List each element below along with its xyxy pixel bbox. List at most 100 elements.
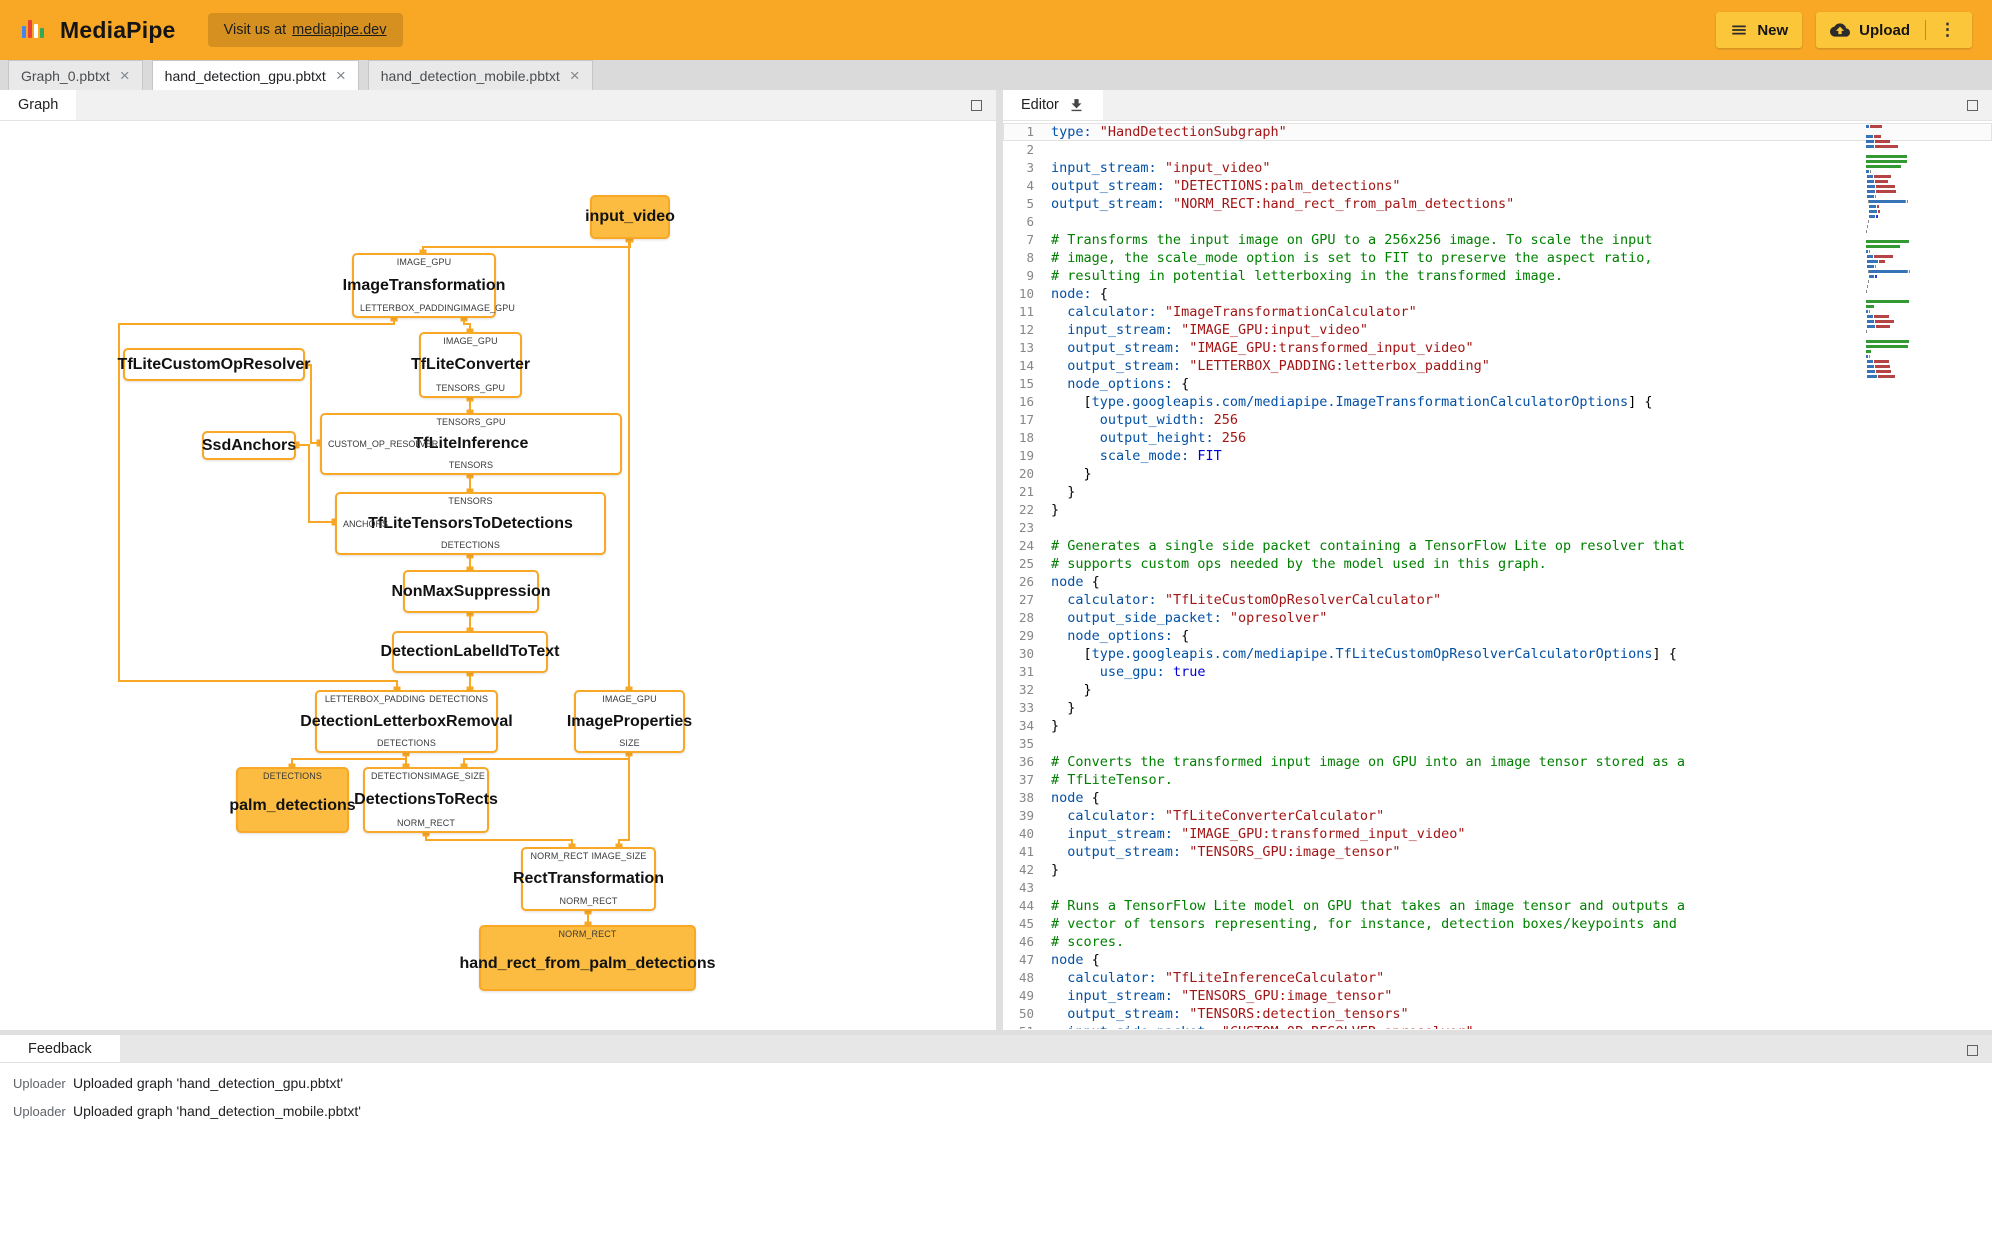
tab-close-icon[interactable]: × <box>570 67 580 84</box>
code-line[interactable]: 51 input_side_packet: "CUSTOM_OP_RESOLVE… <box>1003 1023 1992 1029</box>
code-line[interactable]: 8 # image, the scale_mode option is set t… <box>1003 249 1992 267</box>
graph-node-DetectionsToRects[interactable]: DETECTIONS IMAGE_SIZE DetectionsToRects NOR… <box>354 767 498 833</box>
code-line[interactable]: 29 node_options: { <box>1003 627 1992 645</box>
graph-node-TfLiteConverter[interactable]: IMAGE_GPU TfLiteConverter TENSORS_GPU <box>411 332 530 398</box>
code-line[interactable]: 10 node: { <box>1003 285 1992 303</box>
graph-node-TfLiteTensorsToDetections[interactable]: TENSORS TfLiteTensorsToDetections DETECTIO… <box>335 492 606 555</box>
button-divider <box>1925 20 1926 40</box>
file-tab-hand_detection_gpu.pbtxt[interactable]: hand_detection_gpu.pbtxt × <box>151 60 359 90</box>
file-tab-hand_detection_mobile.pbtxt[interactable]: hand_detection_mobile.pbtxt × <box>367 60 593 90</box>
graph-node-palm_detections[interactable]: DETECTIONS palm_detections <box>229 767 356 833</box>
code-line[interactable]: 2 <box>1003 141 1992 159</box>
code-line[interactable]: 35 <box>1003 735 1992 753</box>
code-line[interactable]: 13 output_stream: "IMAGE_GPU:transformed… <box>1003 339 1992 357</box>
graph-canvas[interactable]: input_video IMAGE_GPU ImageTransformation L… <box>0 121 996 1029</box>
tab-close-icon[interactable]: × <box>120 67 130 84</box>
code-line[interactable]: 34} <box>1003 717 1992 735</box>
graph-node-DetectionLetterboxRemoval[interactable]: LETTERBOX_PADDING DETECTIONS DetectionLett… <box>300 690 513 753</box>
tab-editor[interactable]: Editor <box>1003 90 1103 120</box>
visit-link[interactable]: mediapipe.dev <box>292 22 386 38</box>
code-line[interactable]: 18 output_height: 256 <box>1003 429 1992 447</box>
code-line[interactable]: 36 # Converts the transformed input image… <box>1003 753 1992 771</box>
expand-graph-panel-icon[interactable] <box>971 100 982 111</box>
code-line[interactable]: 27 calculator: "TfLiteCustomOpResolverCa… <box>1003 591 1992 609</box>
code-line[interactable]: 17 output_width: 256 <box>1003 411 1992 429</box>
code-line[interactable]: 45 # vector of tensors representing, for … <box>1003 915 1992 933</box>
code-line[interactable]: 20 } <box>1003 465 1992 483</box>
code-editor[interactable]: 1 type: "HandDetectionSubgraph" 2 3 input_st… <box>1003 121 1992 1029</box>
expand-editor-panel-icon[interactable] <box>1967 100 1978 111</box>
code-line[interactable]: 30 [type.googleapis.com/mediapipe.TfLite… <box>1003 645 1992 663</box>
file-tab-Graph_0.pbtxt[interactable]: Graph_0.pbtxt × <box>8 60 143 90</box>
code-token: true <box>1172 664 1206 680</box>
graph-node-NonMaxSuppression[interactable]: NonMaxSuppression <box>391 570 551 613</box>
code-line[interactable]: 24 # Generates a single side packet conta… <box>1003 537 1992 555</box>
code-line[interactable]: 42} <box>1003 861 1992 879</box>
code-line[interactable]: 9 # resulting in potential letterboxing i… <box>1003 267 1992 285</box>
code-line[interactable]: 41 output_stream: "TENSORS_GPU:image_ten… <box>1003 843 1992 861</box>
code-line[interactable]: 43 <box>1003 879 1992 897</box>
code-line[interactable]: 5 output_stream: "NORM_RECT:hand_rect_fro… <box>1003 195 1992 213</box>
graph-node-ImageProperties[interactable]: IMAGE_GPU ImageProperties SIZE <box>567 690 692 753</box>
code-line[interactable]: 28 output_side_packet: "opresolver" <box>1003 609 1992 627</box>
code-line[interactable]: 11 calculator: "ImageTransformationCalcu… <box>1003 303 1992 321</box>
code-line[interactable]: 26 node { <box>1003 573 1992 591</box>
minimap-line <box>1866 130 1978 133</box>
graph-node-DetectionLabelIdToText[interactable]: DetectionLabelIdToText <box>381 631 560 673</box>
code-line[interactable]: 21 } <box>1003 483 1992 501</box>
code-line[interactable]: 22} <box>1003 501 1992 519</box>
code-line[interactable]: 6 <box>1003 213 1992 231</box>
line-number: 5 <box>1026 196 1034 211</box>
code-line[interactable]: 33 } <box>1003 699 1992 717</box>
minimap-line <box>1866 260 1978 263</box>
code-line[interactable]: 19 scale_mode: FIT <box>1003 447 1992 465</box>
code-line[interactable]: 31 use_gpu: true <box>1003 663 1992 681</box>
download-icon[interactable] <box>1068 97 1085 114</box>
code-line[interactable]: 39 calculator: "TfLiteConverterCalculato… <box>1003 807 1992 825</box>
tab-graph[interactable]: Graph <box>0 90 77 120</box>
code-line[interactable]: 25 # supports custom ops needed by the mo… <box>1003 555 1992 573</box>
code-line[interactable]: 47 node { <box>1003 951 1992 969</box>
mediapipe-logo-icon <box>22 20 44 38</box>
code-line[interactable]: 3 input_stream: "input_video" <box>1003 159 1992 177</box>
more-options-icon[interactable]: ⋮ <box>1937 20 1958 40</box>
minimap-line <box>1866 300 1978 303</box>
minimap-line <box>1866 140 1978 143</box>
code-line[interactable]: 40 input_stream: "IMAGE_GPU:transformed_… <box>1003 825 1992 843</box>
graph-node-SsdAnchors[interactable]: SsdAnchors <box>202 431 296 460</box>
code-line[interactable]: 49 input_stream: "TENSORS_GPU:image_tens… <box>1003 987 1992 1005</box>
code-line[interactable]: 4 output_stream: "DETECTIONS:palm_detecti… <box>1003 177 1992 195</box>
code-line[interactable]: 37 # TfLiteTensor. <box>1003 771 1992 789</box>
graph-node-TfLiteCustomOpResolver[interactable]: TfLiteCustomOpResolver <box>118 348 310 381</box>
graph-node-ImageTransformation[interactable]: IMAGE_GPU ImageTransformation LETTERBOX_PA… <box>343 253 515 318</box>
tab-feedback[interactable]: Feedback <box>0 1035 120 1062</box>
code-line[interactable]: 44 # Runs a TensorFlow Lite model on GPU … <box>1003 897 1992 915</box>
code-line[interactable]: 38 node { <box>1003 789 1992 807</box>
code-line[interactable]: 23 <box>1003 519 1992 537</box>
code-line[interactable]: 50 output_stream: "TENSORS:detection_ten… <box>1003 1005 1992 1023</box>
graph-node-input_video[interactable]: input_video <box>585 195 675 239</box>
code-line[interactable]: 12 input_stream: "IMAGE_GPU:input_video" <box>1003 321 1992 339</box>
code-line[interactable]: 14 output_stream: "LETTERBOX_PADDING:let… <box>1003 357 1992 375</box>
tab-close-icon[interactable]: × <box>336 67 346 84</box>
expand-feedback-panel-icon[interactable] <box>1967 1045 1978 1056</box>
upload-button[interactable]: Upload ⋮ <box>1816 12 1972 48</box>
code-line[interactable]: 16 [type.googleapis.com/mediapipe.ImageT… <box>1003 393 1992 411</box>
minimap[interactable] <box>1866 125 1978 380</box>
code-token: "IMAGE_GPU:transformed_input_video" <box>1189 340 1474 356</box>
code-line[interactable]: 48 calculator: "TfLiteInferenceCalculato… <box>1003 969 1992 987</box>
code-line[interactable]: 32 } <box>1003 681 1992 699</box>
graph-node-RectTransformation[interactable]: NORM_RECT IMAGE_SIZE RectTransformation NOR… <box>513 847 664 911</box>
graph-node-hand_rect_from_palm_detections[interactable]: NORM_RECT hand_rect_from_palm_detections <box>459 925 716 991</box>
minimap-line <box>1866 270 1978 273</box>
code-line[interactable]: 46 # scores. <box>1003 933 1992 951</box>
new-button[interactable]: New <box>1716 12 1803 48</box>
code-line[interactable]: 7 # Transforms the input image on GPU to … <box>1003 231 1992 249</box>
code-line[interactable]: 15 node_options: { <box>1003 375 1992 393</box>
graph-node-TfLiteInference[interactable]: TENSORS_GPU TfLiteInference TENSORS CUSTOM_… <box>320 413 622 475</box>
code-line[interactable]: 1 type: "HandDetectionSubgraph" <box>1003 123 1992 141</box>
code-token: output_side_packet: <box>1067 610 1222 626</box>
